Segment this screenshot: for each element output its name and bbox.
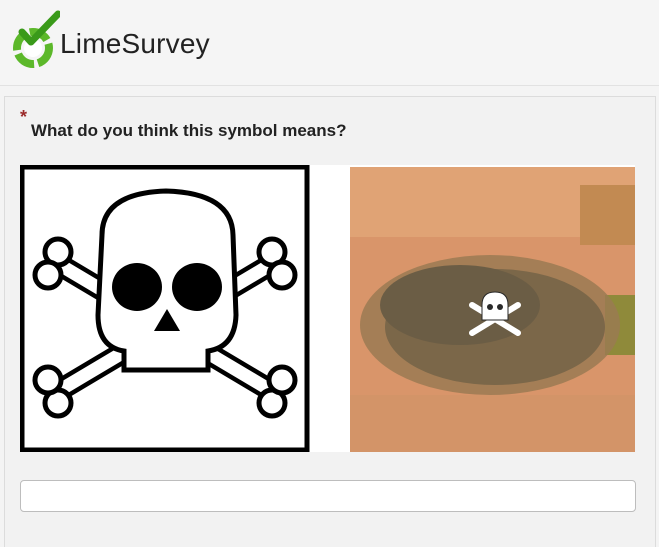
skull-crossbones-hazard-symbol	[19, 164, 310, 453]
question-image-svg	[19, 164, 635, 453]
pixelated-skull-photo	[350, 167, 635, 452]
required-marker: *	[20, 107, 28, 127]
header-bar: LimeSurvey	[0, 0, 659, 86]
question-image	[19, 164, 635, 453]
answer-input[interactable]	[20, 480, 636, 512]
brand-name[interactable]: LimeSurvey	[60, 28, 210, 60]
limesurvey-logo-icon	[13, 10, 60, 68]
question-text: What do you think this symbol means?	[31, 121, 347, 140]
